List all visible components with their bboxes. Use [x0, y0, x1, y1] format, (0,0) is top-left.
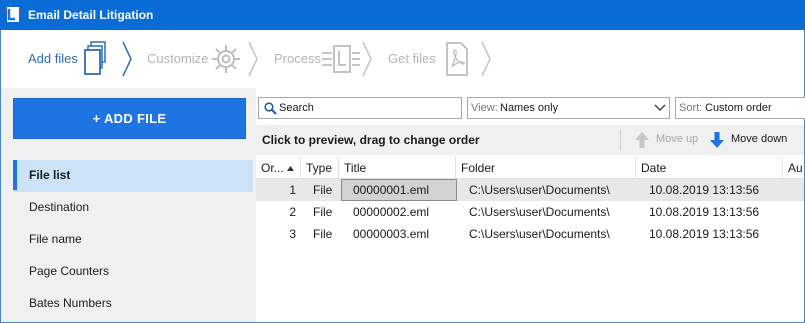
cell-type: File: [313, 205, 333, 219]
pdf-icon: [446, 42, 468, 76]
chevron-right-icon: [481, 41, 491, 77]
table-row[interactable]: 3 File 00000003.eml C:\Users\user\Docume…: [256, 223, 804, 245]
sidebar-nav: File list Destination File name Page Cou…: [13, 160, 253, 320]
app-logo-icon: [4, 7, 22, 22]
step-process[interactable]: Process: [261, 30, 376, 88]
cell-title[interactable]: 00000002.eml: [353, 201, 429, 223]
column-header-date[interactable]: Date: [636, 157, 783, 179]
table-header: Or... Type Title Folder Date Au: [256, 157, 804, 179]
sidebar-item-page-counters[interactable]: Page Counters: [13, 256, 253, 288]
sort-ascending-icon: [287, 166, 294, 171]
sidebar-item-destination[interactable]: Destination: [13, 192, 253, 224]
list-hint: Click to preview, drag to change order: [262, 133, 480, 147]
cell-folder: C:\Users\user\Documents\: [469, 227, 610, 241]
cell-title[interactable]: 00000003.eml: [353, 223, 429, 245]
list-toolbar: Click to preview, drag to change order M…: [256, 125, 804, 155]
cell-type: File: [313, 183, 333, 197]
step-label: Add files: [28, 51, 78, 66]
move-down-label: Move down: [731, 133, 788, 145]
column-header-type[interactable]: Type: [301, 157, 339, 179]
file-table: Or... Type Title Folder Date Au 1 File 0…: [256, 157, 804, 245]
chevron-down-icon: [654, 104, 666, 112]
files-icon: [84, 41, 106, 75]
step-customize[interactable]: Customize: [136, 30, 261, 88]
view-value: Names only: [500, 102, 559, 114]
toolbar-divider: [620, 129, 621, 151]
search-icon: [264, 102, 277, 115]
step-label: Get files: [388, 51, 436, 66]
chevron-right-icon: [248, 41, 258, 77]
column-header-folder[interactable]: Folder: [456, 157, 636, 179]
column-header-title[interactable]: Title: [339, 157, 456, 179]
title-bar: Email Detail Litigation: [0, 0, 805, 30]
sort-value: Custom order: [705, 102, 772, 114]
cell-type: File: [313, 227, 333, 241]
table-row[interactable]: 2 File 00000002.eml C:\Users\user\Docume…: [256, 201, 804, 223]
process-icon: [322, 45, 360, 73]
chevron-right-icon: [122, 41, 132, 77]
view-label: View:: [471, 102, 498, 114]
arrow-down-icon: [710, 132, 724, 148]
search-box[interactable]: [258, 97, 462, 119]
sidebar-item-bates-numbers[interactable]: Bates Numbers: [13, 288, 253, 320]
cell-date: 10.08.2019 13:13:56: [649, 183, 760, 197]
gear-icon: [212, 45, 240, 73]
cell-folder: C:\Users\user\Documents\: [469, 205, 610, 219]
sort-label: Sort:: [679, 102, 703, 114]
step-label: Process: [274, 51, 321, 66]
column-header-author[interactable]: Au: [783, 157, 804, 179]
cell-order: 1: [289, 183, 296, 197]
wizard-steps: Add files Customize Process Get files: [1, 30, 804, 88]
move-up-label: Move up: [656, 133, 699, 145]
add-file-button[interactable]: + ADD FILE: [13, 98, 246, 139]
step-label: Customize: [147, 51, 209, 66]
chevron-right-icon: [362, 41, 372, 77]
cell-date: 10.08.2019 13:13:56: [649, 205, 760, 219]
arrow-up-icon: [635, 132, 649, 148]
search-input[interactable]: [279, 100, 457, 116]
sort-select[interactable]: Sort: Custom order: [675, 97, 805, 119]
view-select[interactable]: View: Names only: [467, 97, 670, 119]
cell-order: 2: [289, 205, 296, 219]
step-get-files[interactable]: Get files: [376, 30, 496, 88]
window-title: Email Detail Litigation: [28, 8, 154, 22]
cell-title[interactable]: 00000001.eml: [341, 179, 457, 201]
cell-order: 3: [289, 227, 296, 241]
sidebar-item-file-list[interactable]: File list: [13, 160, 253, 192]
cell-date: 10.08.2019 13:13:56: [649, 227, 760, 241]
sidebar-item-file-name[interactable]: File name: [13, 224, 253, 256]
step-add-files[interactable]: Add files: [1, 30, 136, 88]
table-row[interactable]: 1 File 00000001.eml C:\Users\user\Docume…: [256, 179, 804, 201]
column-header-order[interactable]: Or...: [256, 157, 301, 179]
cell-folder: C:\Users\user\Documents\: [469, 183, 610, 197]
